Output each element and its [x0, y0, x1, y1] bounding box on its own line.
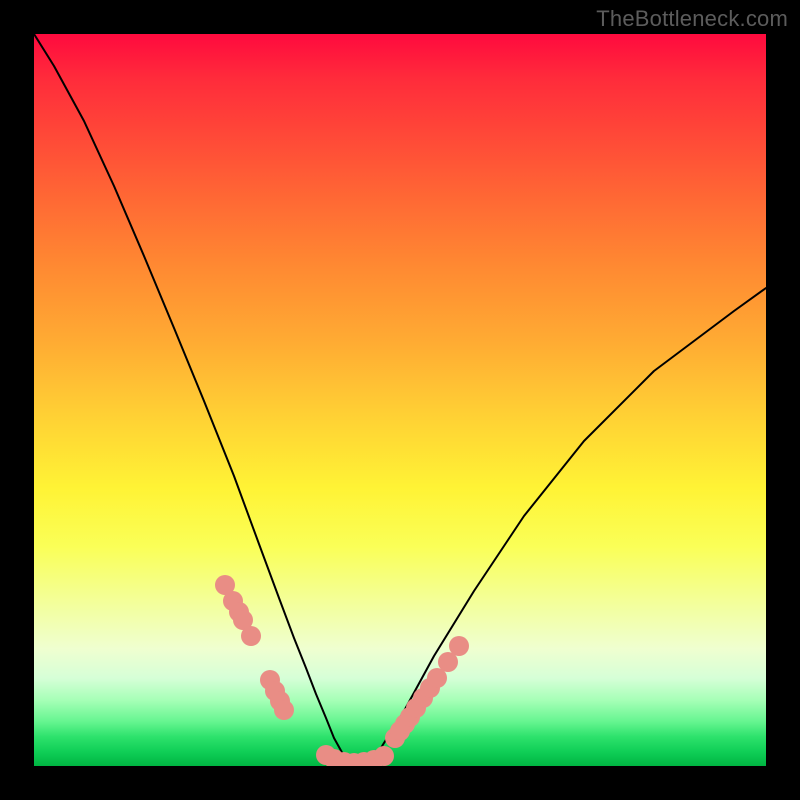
chart-frame: TheBottleneck.com: [0, 0, 800, 800]
path-bottleneck-curve: [34, 34, 766, 764]
dot-highlight-dots-valley: [374, 746, 394, 766]
dot-highlight-dots-left: [241, 626, 261, 646]
bottleneck-curve: [34, 34, 766, 764]
chart-svg: [34, 34, 766, 766]
plot-area: [34, 34, 766, 766]
highlight-dots: [215, 575, 469, 766]
watermark-text: TheBottleneck.com: [596, 6, 788, 32]
dot-highlight-dots-right: [449, 636, 469, 656]
dot-highlight-dots-left: [274, 700, 294, 720]
